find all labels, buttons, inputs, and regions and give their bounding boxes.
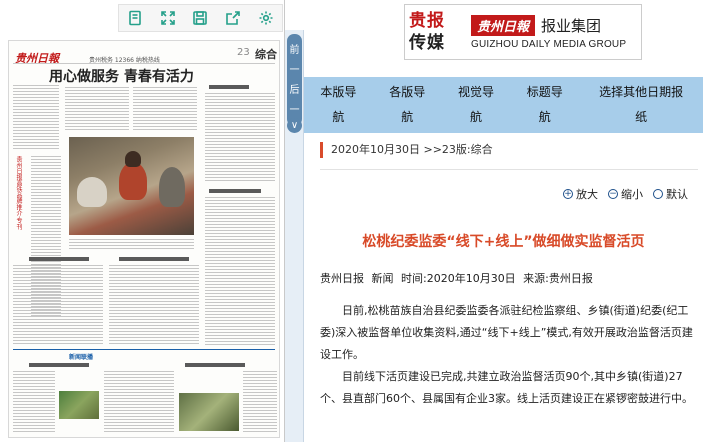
nav-label: 航: [538, 110, 551, 124]
tab-char: 前: [289, 44, 300, 56]
photo-figure: [125, 151, 141, 167]
paper-kicker: 贵州税务 12366 纳税热线: [89, 57, 160, 64]
paper-section-band: 新闻联播: [69, 354, 94, 361]
article-meta: 贵州日报 新闻 时间:2020年10月30日 来源:贵州日报: [320, 272, 593, 285]
nav-titles[interactable]: 标题导 航: [510, 77, 579, 133]
shrink-label: 缩小: [621, 188, 643, 201]
paper-section-name: 综合: [255, 48, 277, 61]
shrink-button[interactable]: − 缩小: [608, 186, 643, 202]
photo-caption: [69, 239, 194, 251]
nav-label: 选择其他日期报: [599, 85, 684, 99]
default-size-button[interactable]: 默认: [653, 186, 688, 202]
article-panel: 贵报 传媒 贵州日報 报业集团 GUIZHOU DAILY MEDIA GROU…: [304, 0, 703, 442]
nav-label: 航: [469, 110, 482, 124]
settings-icon[interactable]: [255, 7, 277, 29]
zoom-controls: + 放大 − 缩小 默认: [563, 186, 688, 202]
paper-photo: [69, 137, 194, 235]
logo-mark: 贵报 传媒: [405, 5, 467, 59]
text-column: [65, 87, 129, 131]
prev-next-page-tab[interactable]: 前 一 后 一: [287, 34, 302, 126]
mini-headline: [209, 85, 249, 89]
divider: [320, 169, 698, 170]
plus-circle-icon: +: [563, 189, 573, 199]
nav-label: 标题导: [526, 85, 563, 99]
nav-label: 视觉导: [457, 85, 494, 99]
nav-label: 纸: [635, 110, 648, 124]
minus-circle-icon: −: [608, 189, 618, 199]
scroll-down-icon[interactable]: ∨: [287, 118, 302, 133]
logo-line1: 贵报: [409, 11, 445, 31]
article-body: 日前,松桃苗族自治县纪委监委各派驻纪检监察组、乡镇(街道)纪委(纪工委)深入被监…: [320, 300, 698, 410]
default-label: 默认: [666, 188, 688, 201]
newspaper-page-image[interactable]: 贵州日報 23 综合 贵州税务 12366 纳税热线 用心做服务 青春有活力 贵…: [8, 40, 280, 438]
breadcrumb[interactable]: 2020年10月30日 >>23版:综合: [320, 142, 493, 158]
header-banner: 贵报 传媒 贵州日報 报业集团 GUIZHOU DAILY MEDIA GROU…: [304, 0, 703, 77]
mini-headline: [29, 363, 89, 367]
paper-masthead: 贵州日報: [15, 47, 65, 65]
mini-headline: [185, 363, 245, 367]
photo-figure: [159, 167, 185, 207]
share-icon[interactable]: [222, 7, 244, 29]
text-column: [205, 93, 275, 183]
nav-visual[interactable]: 视觉导 航: [442, 77, 511, 133]
photo-figure: [119, 162, 147, 200]
nav-label: 航: [332, 110, 345, 124]
article-paragraph: 目前线下活页建设已完成,共建立政治监督活页90个,其中乡镇(街道)27个、县直部…: [320, 370, 693, 405]
enlarge-button[interactable]: + 放大: [563, 186, 598, 202]
save-icon[interactable]: [189, 7, 211, 29]
text-column: [13, 371, 55, 433]
paper-photo: [59, 391, 99, 419]
text-column: [133, 87, 197, 131]
paper-sidebar: 贵州日报高铁品牌推介·专刊: [14, 156, 26, 231]
paper-photo: [179, 393, 239, 431]
text-column: [109, 265, 199, 345]
fullscreen-icon[interactable]: [157, 7, 179, 29]
text-column: [13, 265, 103, 345]
logo-text: 贵州日報 报业集团 GUIZHOU DAILY MEDIA GROUP: [467, 14, 641, 50]
logo-english: GUIZHOU DAILY MEDIA GROUP: [471, 38, 627, 50]
mini-headline: [119, 257, 189, 261]
paper-headline: 用心做服务 青春有活力: [49, 69, 194, 85]
enlarge-label: 放大: [576, 188, 598, 201]
mini-headline: [29, 257, 89, 261]
logo-paper-name: 贵州日報: [471, 14, 536, 36]
page-nav-strip: 前 一 后 一 ∨: [285, 30, 304, 442]
text-column: [205, 197, 275, 347]
copy-icon[interactable]: [124, 7, 146, 29]
nav-this-page[interactable]: 本版导 航: [304, 77, 373, 133]
text-column: [104, 371, 174, 433]
article-paragraph: 日前,松桃苗族自治县纪委监委各派驻纪检监察组、乡镇(街道)纪委(纪工委)深入被监…: [320, 304, 693, 361]
logo-line2: 传媒: [409, 33, 445, 53]
nav-label: 各版导: [389, 85, 426, 99]
nav-label: 航: [401, 110, 414, 124]
text-column: [243, 371, 277, 433]
logo-group-name: 报业集团: [541, 16, 602, 35]
logo-top-row: 贵州日報 报业集团: [471, 14, 641, 36]
newspaper-panel: 贵州日報 23 综合 贵州税务 12366 纳税热线 用心做服务 青春有活力 贵…: [0, 0, 285, 442]
divider: [13, 349, 275, 350]
paper-page-number: 23: [237, 47, 250, 58]
logo: 贵报 传媒 贵州日報 报业集团 GUIZHOU DAILY MEDIA GROU…: [404, 4, 642, 60]
mini-headline: [209, 189, 261, 193]
tab-char: 后: [289, 84, 300, 96]
page-toolbar: [118, 4, 283, 32]
paper-sidebar-text: 贵州日报高铁品牌推介·专刊: [15, 156, 22, 230]
article-title: 松桃纪委监委“线下+线上”做细做实监督活页: [362, 234, 645, 250]
nav-other-dates[interactable]: 选择其他日期报 纸: [579, 77, 703, 133]
photo-figure: [77, 177, 107, 207]
tab-char: 一: [289, 64, 300, 76]
nav-bar: 本版导 航 各版导 航 视觉导 航 标题导 航 选择其他日期报 纸: [304, 77, 703, 133]
nav-all-pages[interactable]: 各版导 航: [373, 77, 442, 133]
circle-icon: [653, 189, 663, 199]
tab-char: 一: [289, 104, 300, 116]
nav-label: 本版导: [320, 85, 357, 99]
text-column: [13, 85, 59, 151]
